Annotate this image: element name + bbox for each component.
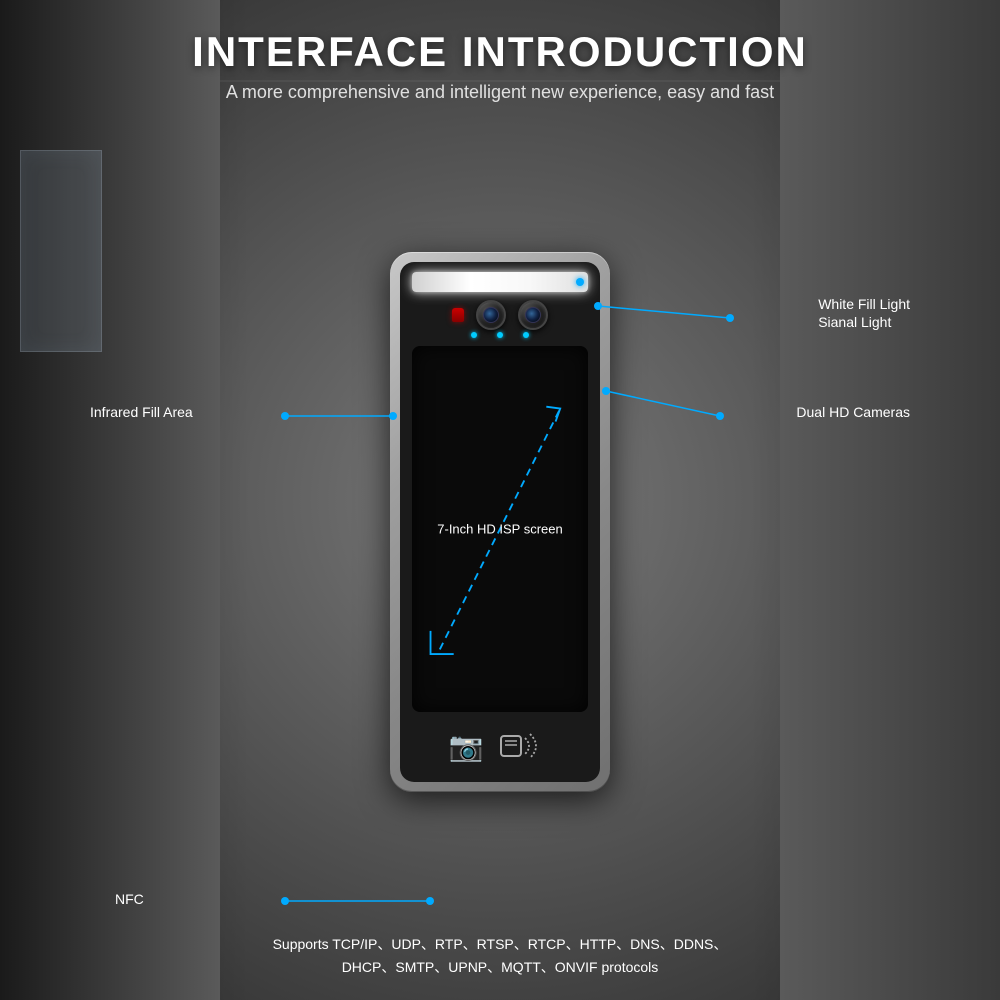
diagram-area: White Fill Light Sianal Light Infrared F…	[0, 111, 1000, 933]
page-content: INTERFACE INTRODUCTION A more comprehens…	[0, 0, 1000, 1000]
nfc-waves-svg	[481, 726, 551, 766]
device-screen: 7-Inch HD ISP screen	[412, 346, 588, 712]
footer: Supports TCP/IP、UDP、RTP、RTSP、RTCP、HTTP、D…	[273, 933, 728, 1000]
ir-dot-left	[452, 308, 464, 322]
nfc-symbol: 📷	[449, 730, 482, 763]
ir-ind-dot-2	[497, 332, 503, 338]
nfc-label: NFC	[115, 891, 144, 907]
footer-line2: DHCP、SMTP、UPNP、MQTT、ONVIF protocols	[273, 956, 728, 978]
camera-area	[412, 300, 588, 330]
camera-lens-left	[476, 300, 506, 330]
screen-label: 7-Inch HD ISP screen	[437, 522, 562, 537]
signal-dot	[576, 278, 584, 286]
ir-ind-dot-1	[471, 332, 477, 338]
dual-hd-cameras-label: Dual HD Cameras	[796, 404, 910, 420]
main-title: INTERFACE INTRODUCTION	[192, 28, 808, 76]
page-header: INTERFACE INTRODUCTION A more comprehens…	[192, 0, 808, 103]
device-inner: 7-Inch HD ISP screen 📷	[400, 262, 600, 782]
nfc-area: 📷	[412, 720, 588, 772]
subtitle: A more comprehensive and intelligent new…	[192, 82, 808, 103]
footer-line1: Supports TCP/IP、UDP、RTP、RTSP、RTCP、HTTP、D…	[273, 933, 728, 955]
device: 7-Inch HD ISP screen 📷	[390, 252, 610, 792]
white-fill-light-label: White Fill Light Sianal Light	[818, 296, 910, 330]
infrared-fill-area-label: Infrared Fill Area	[90, 404, 193, 420]
ir-indicators	[471, 332, 529, 338]
fill-light-bar	[412, 272, 588, 292]
ir-ind-dot-3	[523, 332, 529, 338]
camera-lens-right	[518, 300, 548, 330]
